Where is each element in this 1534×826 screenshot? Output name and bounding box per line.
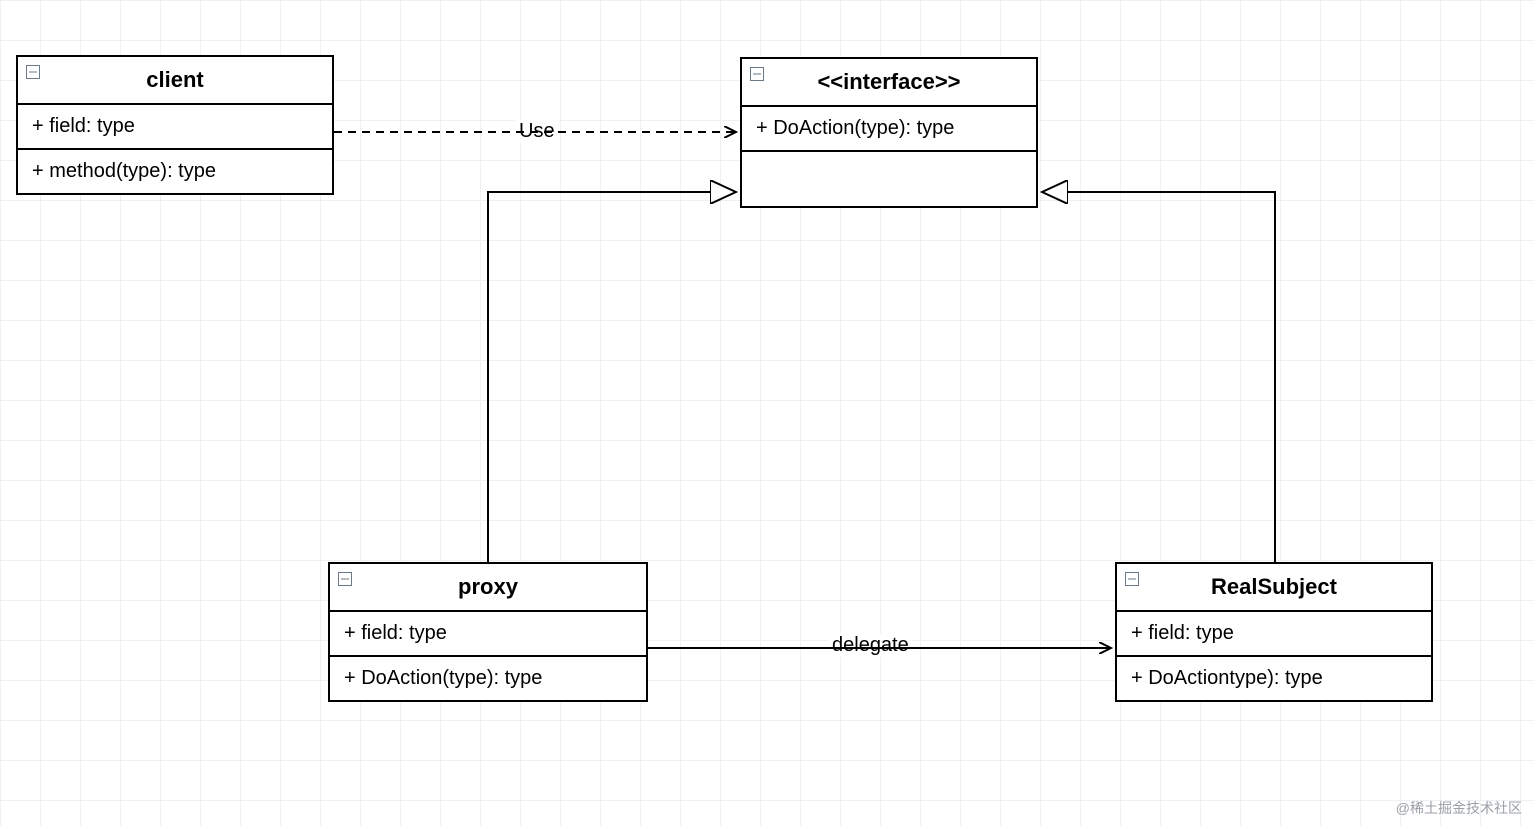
edge-label-delegate: delegate [828, 634, 913, 657]
collapse-icon[interactable] [26, 65, 40, 79]
class-realsubject-title: RealSubject [1211, 574, 1337, 599]
class-realsubject-title-section: RealSubject [1117, 564, 1431, 612]
class-realsubject-method: + DoActiontype): type [1117, 657, 1431, 700]
class-interface-title-section: <<interface>> [742, 59, 1036, 107]
class-realsubject-field: + field: type [1117, 612, 1431, 657]
edge-label-use: Use [515, 120, 559, 143]
class-client-method: + method(type): type [18, 150, 332, 193]
class-client-title-section: client [18, 57, 332, 105]
collapse-icon[interactable] [1125, 572, 1139, 586]
collapse-icon[interactable] [338, 572, 352, 586]
watermark: @稀土掘金技术社区 [1396, 798, 1522, 818]
class-proxy-title: proxy [458, 574, 518, 599]
class-proxy-method: + DoAction(type): type [330, 657, 646, 700]
class-proxy[interactable]: proxy + field: type + DoAction(type): ty… [328, 562, 648, 702]
class-interface-blank [742, 152, 1036, 206]
class-client[interactable]: client + field: type + method(type): typ… [16, 55, 334, 195]
class-client-title: client [146, 67, 203, 92]
collapse-icon[interactable] [750, 67, 764, 81]
class-interface-title: <<interface>> [817, 69, 960, 94]
class-interface[interactable]: <<interface>> + DoAction(type): type [740, 57, 1038, 208]
class-client-field: + field: type [18, 105, 332, 150]
class-realsubject[interactable]: RealSubject + field: type + DoActiontype… [1115, 562, 1433, 702]
class-interface-method: + DoAction(type): type [742, 107, 1036, 152]
class-proxy-field: + field: type [330, 612, 646, 657]
class-proxy-title-section: proxy [330, 564, 646, 612]
